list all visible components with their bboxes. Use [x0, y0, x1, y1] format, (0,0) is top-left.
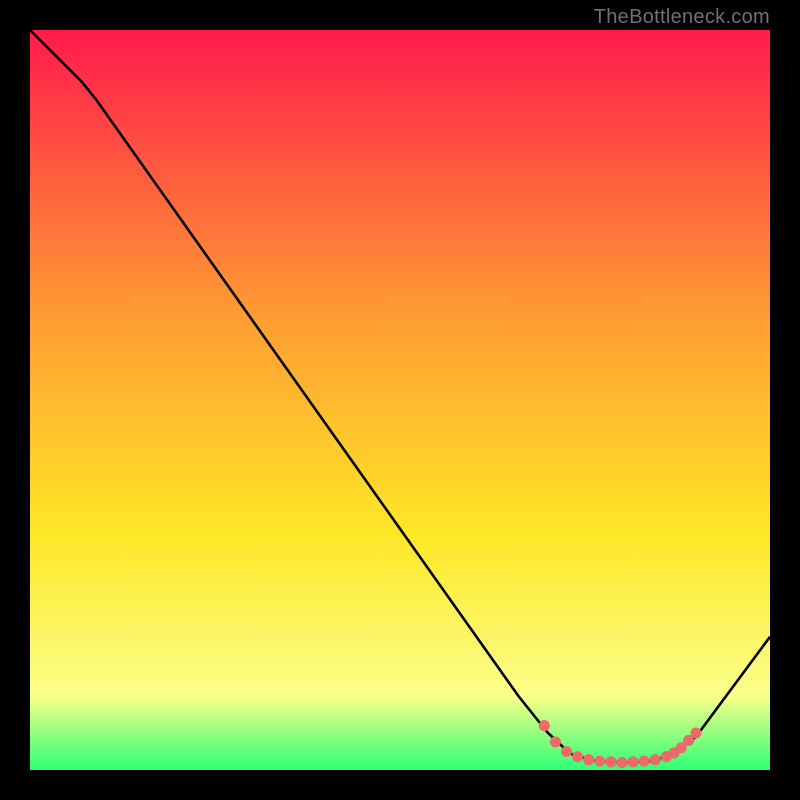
data-point — [572, 751, 583, 762]
data-point — [561, 746, 572, 757]
data-point — [550, 736, 561, 747]
chart-frame: { "credit": "TheBottleneck.com", "colors… — [0, 0, 800, 800]
credit-label: TheBottleneck.com — [594, 6, 770, 29]
data-point — [616, 757, 627, 768]
data-point — [690, 727, 701, 738]
bottleneck-curve — [30, 30, 770, 763]
data-point — [594, 756, 605, 767]
data-point — [628, 756, 639, 767]
plot-area — [30, 30, 770, 770]
data-point — [583, 754, 594, 765]
data-points — [539, 720, 702, 768]
data-point — [539, 720, 550, 731]
data-point — [605, 756, 616, 767]
data-point — [650, 754, 661, 765]
chart-overlay — [30, 30, 770, 770]
data-point — [639, 756, 650, 767]
